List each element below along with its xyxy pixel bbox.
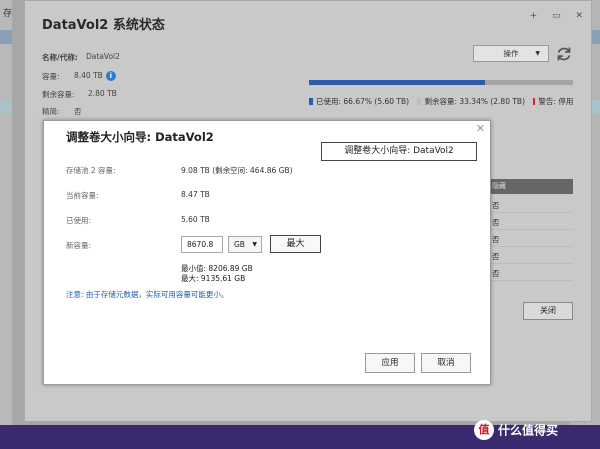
- table-row: 否: [491, 266, 573, 281]
- legend-swatch: [533, 98, 536, 105]
- status-window-title: DataVol2 系统状态: [42, 18, 165, 33]
- current-capacity-value: 8.47 TB: [181, 190, 210, 199]
- info-label: 剩余容量:: [42, 90, 75, 99]
- background-highlight-row: [0, 30, 12, 44]
- unit-select[interactable]: GB ▼: [228, 236, 262, 253]
- table-row: 否: [491, 198, 573, 213]
- operations-button[interactable]: 操作 ▼: [473, 45, 549, 62]
- background-left-letter: 存: [3, 9, 13, 19]
- table-row: 否: [491, 215, 573, 230]
- current-capacity-label: 当前容量:: [66, 191, 99, 200]
- legend-warning: 警告: 停用: [533, 97, 573, 106]
- resize-volume-dialog: 调整卷大小向导: DataVol2 ✕ 调整卷大小向导: DataVol2 存储…: [43, 120, 491, 385]
- info-free: 剩余容量: 2.80 TB: [42, 89, 117, 100]
- background-left-panel: 存: [0, 0, 12, 425]
- chevron-down-icon: ▼: [252, 241, 257, 248]
- info-value: DataVol2: [86, 52, 120, 61]
- info-capacity: 容量: 8.40 TB i: [42, 71, 116, 82]
- window-controls[interactable]: + ▭ ✕: [530, 11, 589, 21]
- used-value: 5.60 TB: [181, 215, 210, 224]
- close-icon[interactable]: ✕: [476, 122, 485, 135]
- info-thin: 精简: 否: [42, 106, 82, 117]
- info-icon[interactable]: i: [105, 71, 116, 81]
- legend-free: 剩余容量: 33.34% (2.80 TB): [417, 97, 525, 106]
- info-label: 容量:: [42, 72, 60, 81]
- watermark-text: 什么值得买: [498, 423, 559, 438]
- dialog-title: 调整卷大小向导: DataVol2: [66, 130, 214, 144]
- info-value: 否: [74, 107, 82, 116]
- chevron-down-icon: ▼: [535, 50, 540, 57]
- max-button[interactable]: 最大: [270, 235, 321, 253]
- unit-select-value: GB: [234, 240, 245, 249]
- max-value: 最大: 9135.61 GB: [181, 274, 246, 283]
- info-name: 名称/代称: DataVol2: [42, 52, 120, 63]
- info-value: 2.80 TB: [88, 89, 117, 98]
- info-label: 精简:: [42, 107, 60, 116]
- info-value: 8.40 TB i: [74, 71, 116, 81]
- table-row: 否: [491, 249, 573, 264]
- title-tooltip: 调整卷大小向导: DataVol2: [321, 142, 477, 161]
- cancel-button[interactable]: 取消: [421, 353, 471, 373]
- watermark: 值什么值得买: [474, 420, 558, 440]
- legend-swatch: [309, 98, 313, 105]
- table-header: 隐藏: [491, 179, 573, 194]
- pool-capacity-label: 存储池 2 容量:: [66, 166, 116, 175]
- apply-button[interactable]: 应用: [365, 353, 415, 373]
- close-button[interactable]: 关闭: [523, 302, 573, 320]
- operations-button-label: 操作: [503, 49, 519, 58]
- background-selected-row: [0, 100, 12, 114]
- usage-bar-fill: [309, 80, 485, 85]
- legend-swatch: [417, 98, 422, 105]
- new-capacity-label: 新容量:: [66, 241, 92, 250]
- usage-legend: 已使用: 66.67% (5.60 TB) 剩余容量: 33.34% (2.80…: [309, 96, 579, 107]
- table-row: 否: [491, 232, 573, 247]
- refresh-icon[interactable]: [555, 45, 573, 63]
- info-label: 名称/代称:: [42, 53, 78, 62]
- used-label: 已使用:: [66, 216, 92, 225]
- usage-bar: [309, 80, 573, 85]
- new-capacity-input[interactable]: 8670.8: [181, 236, 223, 253]
- watermark-logo: 值: [474, 420, 494, 440]
- pool-capacity-value: 9.08 TB (剩余空间: 464.86 GB): [181, 166, 293, 175]
- legend-used: 已使用: 66.67% (5.60 TB): [309, 97, 409, 106]
- metadata-note: 注意: 由于存储元数据，实际可用容量可能更小。: [66, 290, 229, 299]
